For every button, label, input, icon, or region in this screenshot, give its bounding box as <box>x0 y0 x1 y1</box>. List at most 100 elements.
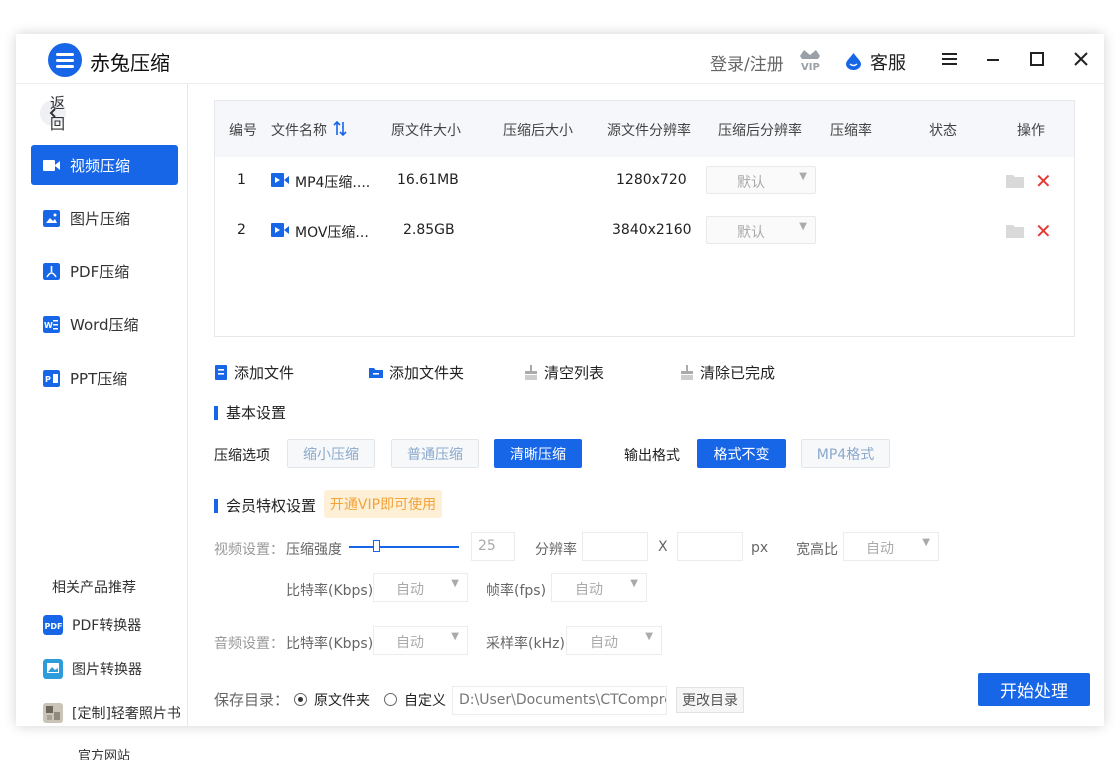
clear-done-button[interactable]: 清除已完成 <box>680 362 775 383</box>
col-header: 状态 <box>929 123 957 139</box>
open-folder-icon[interactable] <box>1006 224 1024 238</box>
back-button[interactable]: 返回 <box>40 94 66 133</box>
format-keep-button[interactable]: 格式不变 <box>697 439 786 468</box>
sample-rate-select[interactable]: 自动 ▼ <box>566 626 662 655</box>
pdf-converter-icon: PDF <box>43 615 63 635</box>
option-shrink-button[interactable]: 缩小压缩 <box>287 439 375 468</box>
official-website-link[interactable]: 官方网站 <box>78 745 130 760</box>
resolution-height-input[interactable] <box>677 532 743 561</box>
related-item-pdf-converter[interactable]: PDF PDF转换器 <box>43 615 141 635</box>
clear-done-label: 清除已完成 <box>700 364 776 382</box>
sidebar-item-label: Word压缩 <box>70 315 139 334</box>
radio-custom-folder[interactable] <box>384 693 397 706</box>
strength-value-input[interactable]: 25 <box>471 532 515 561</box>
customer-service-link[interactable]: 客服 <box>870 49 906 75</box>
col-header: 操作 <box>1017 123 1045 139</box>
select-value: 自动 <box>396 582 424 598</box>
sidebar-item-video[interactable]: 视频压缩 <box>31 145 178 185</box>
file-resolution: 1280x720 <box>616 172 687 188</box>
x-label: X <box>658 539 668 555</box>
related-item-image-converter[interactable]: 图片转换器 <box>43 659 142 679</box>
add-file-button[interactable]: 添加文件 <box>214 362 294 383</box>
select-value: 自动 <box>396 635 424 651</box>
fps-select[interactable]: 自动 ▼ <box>551 573 647 602</box>
select-value: 自动 <box>866 541 894 557</box>
sidebar-item-image[interactable]: 图片压缩 <box>31 198 178 238</box>
chevron-down-icon: ▼ <box>451 578 459 589</box>
svg-text:VIP: VIP <box>801 62 820 72</box>
add-folder-button[interactable]: 添加文件夹 <box>369 362 464 383</box>
select-value: 自动 <box>575 582 603 598</box>
chevron-down-icon: ▼ <box>799 221 807 232</box>
delete-icon[interactable]: ✕ <box>1035 171 1052 191</box>
aspect-select[interactable]: 自动 ▼ <box>843 532 939 561</box>
add-folder-label: 添加文件夹 <box>389 364 465 382</box>
svg-text:W: W <box>44 321 53 330</box>
sidebar-item-ppt[interactable]: P PPT压缩 <box>31 358 178 398</box>
row-number: 1 <box>237 172 246 188</box>
pdf-icon <box>43 262 60 280</box>
save-path-input[interactable]: D:\User\Documents\CTCompress <box>452 686 667 715</box>
px-label: px <box>751 540 769 556</box>
row-number: 2 <box>237 222 246 238</box>
ppt-icon: P <box>43 369 60 387</box>
menu-icon[interactable] <box>936 46 962 72</box>
basic-settings-title: 基本设置 <box>214 402 286 423</box>
clear-list-button[interactable]: 清空列表 <box>524 362 604 383</box>
target-resolution-select[interactable]: 默认 ▼ <box>706 166 816 194</box>
video-settings-label: 视频设置： <box>214 542 284 558</box>
maximize-icon[interactable] <box>1024 46 1050 72</box>
related-item-label: [定制]轻奢照片书 <box>72 706 181 722</box>
login-register-link[interactable]: 登录/注册 <box>710 50 784 75</box>
close-icon[interactable] <box>1068 46 1094 72</box>
sidebar-item-pdf[interactable]: PDF压缩 <box>31 251 178 291</box>
minimize-icon[interactable] <box>980 46 1006 72</box>
image-icon <box>43 209 60 227</box>
strength-label: 压缩强度 <box>286 542 342 558</box>
output-format-label: 输出格式 <box>624 448 680 464</box>
audio-settings-label: 音频设置： <box>214 636 284 652</box>
col-header: 压缩后大小 <box>503 123 573 139</box>
service-icon[interactable] <box>846 53 861 70</box>
clear-list-label: 清空列表 <box>544 364 605 382</box>
broom-icon <box>525 365 537 380</box>
vip-crown-icon[interactable]: VIP <box>796 44 824 72</box>
title-bar: 赤兔压缩 登录/注册 VIP 客服 <box>16 34 1104 84</box>
sort-icon[interactable] <box>333 121 347 136</box>
target-resolution-select[interactable]: 默认 ▼ <box>706 216 816 244</box>
photobook-icon <box>43 703 63 723</box>
sidebar-item-word[interactable]: W Word压缩 <box>31 304 178 344</box>
bitrate-select[interactable]: 自动 ▼ <box>373 573 468 602</box>
select-value: 自动 <box>590 635 618 651</box>
related-item-photobook[interactable]: [定制]轻奢照片书 <box>43 703 181 723</box>
sidebar: 返回 视频压缩 图片压缩 PDF压缩 W Word压缩 P PPT压缩 相关产品… <box>16 84 188 760</box>
compress-option-label: 压缩选项 <box>214 448 270 464</box>
select-value: 默认 <box>737 225 765 241</box>
vip-settings-title: 会员特权设置 <box>214 495 316 516</box>
file-table: 编号 文件名称 原文件大小 压缩后大小 源文件分辨率 压缩后分辨率 压缩率 状态… <box>214 100 1075 337</box>
option-clear-button[interactable]: 清晰压缩 <box>494 439 582 468</box>
open-vip-badge[interactable]: 开通VIP即可使用 <box>324 490 442 518</box>
col-header: 原文件大小 <box>391 123 461 139</box>
table-header: 编号 文件名称 原文件大小 压缩后大小 源文件分辨率 压缩后分辨率 压缩率 状态… <box>215 101 1074 157</box>
change-dir-button[interactable]: 更改目录 <box>676 687 744 713</box>
delete-icon[interactable]: ✕ <box>1035 221 1052 241</box>
radio-original-folder[interactable] <box>294 693 307 706</box>
open-folder-icon[interactable] <box>1006 174 1024 188</box>
sidebar-item-label: 视频压缩 <box>70 156 131 175</box>
strength-slider[interactable] <box>349 546 459 548</box>
col-header: 压缩后分辨率 <box>718 123 802 139</box>
chevron-down-icon: ▼ <box>922 537 930 548</box>
file-name: MOV压缩... <box>295 225 369 241</box>
resolution-width-input[interactable] <box>582 532 648 561</box>
option-normal-button[interactable]: 普通压缩 <box>391 439 479 468</box>
strength-slider-handle[interactable] <box>373 540 380 552</box>
custom-folder-label: 自定义 <box>404 693 446 709</box>
start-button[interactable]: 开始处理 <box>978 673 1090 706</box>
section-title-text: 基本设置 <box>226 404 287 422</box>
svg-text:P: P <box>45 375 51 384</box>
format-mp4-button[interactable]: MP4格式 <box>801 439 890 468</box>
audio-bitrate-select[interactable]: 自动 ▼ <box>373 626 468 655</box>
aspect-label: 宽高比 <box>796 542 838 558</box>
section-title-text: 会员特权设置 <box>226 497 317 515</box>
